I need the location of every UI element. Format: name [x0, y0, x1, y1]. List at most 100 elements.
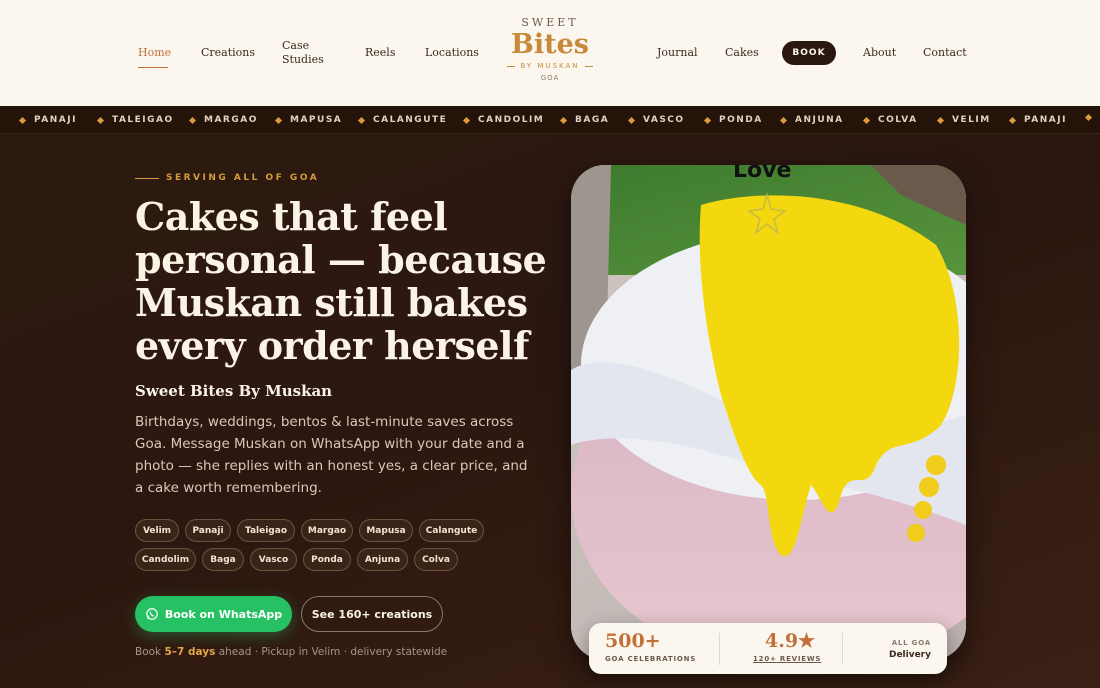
diamond-icon: [18, 116, 27, 124]
hero-description: Birthdays, weddings, bentos & last-minut…: [135, 414, 528, 496]
location-chip[interactable]: Baga: [202, 548, 244, 571]
location-chip[interactable]: Vasco: [250, 548, 297, 571]
ticker-item: [1084, 113, 1100, 122]
nav-reels[interactable]: Reels: [365, 46, 395, 60]
ticker-label: VASCO: [643, 115, 685, 125]
ticker-label: MAPUSA: [290, 115, 343, 125]
stat-celebrations-value: 500+: [605, 630, 661, 652]
ticker-item: COLVA: [862, 115, 918, 125]
logo-top-text: SWEET: [521, 16, 579, 29]
logo-sub: BY MUSKAN: [498, 62, 602, 70]
diamond-icon: [936, 116, 945, 124]
headline-line: personal — because: [135, 237, 547, 282]
site-header: Home Creations Case Studies Reels Locati…: [0, 0, 1100, 106]
nav-case-line1: Case: [282, 39, 310, 52]
nav-cakes[interactable]: Cakes: [725, 46, 759, 60]
nav-active-underline: [138, 67, 168, 68]
whatsapp-icon: [145, 608, 158, 620]
stat-rating-value: 4.9★: [765, 630, 816, 652]
diamond-icon: [627, 116, 636, 124]
ticker-label: BAGA: [575, 115, 610, 125]
ticker-item: VASCO: [627, 115, 685, 125]
ticker-label: CALANGUTE: [373, 115, 448, 125]
location-chip[interactable]: Mapusa: [359, 519, 413, 542]
book-whatsapp-button[interactable]: Book on WhatsApp: [135, 596, 292, 632]
location-chip[interactable]: Colva: [414, 548, 458, 571]
ticker-label: TALEIGAO: [112, 115, 174, 125]
booking-note: Book 5–7 days ahead · Pickup in Velim · …: [135, 646, 447, 658]
ticker-item: PANAJI: [1008, 115, 1067, 125]
ticker-item: PANAJI: [18, 115, 77, 125]
diamond-icon: [779, 116, 788, 124]
headline-line: Cakes that feel: [135, 194, 448, 239]
location-chip[interactable]: Ponda: [303, 548, 351, 571]
cake-photo: Love: [571, 165, 966, 660]
logo-main-text: Bites: [511, 29, 589, 60]
ticker-label: VELIM: [952, 115, 991, 125]
nav-home[interactable]: Home: [138, 46, 171, 60]
note-highlight: 5–7 days: [164, 646, 216, 658]
diamond-icon: [703, 116, 712, 124]
location-chip[interactable]: Candolim: [135, 548, 196, 571]
nav-case-studies[interactable]: Case Studies: [282, 39, 324, 67]
ticker-label: COLVA: [878, 115, 918, 125]
location-chip[interactable]: Taleigao: [237, 519, 295, 542]
ticker-item: PONDA: [703, 115, 763, 125]
stats-card: 500+ GOA CELEBRATIONS 4.9★ 120+ REVIEWS …: [589, 623, 947, 674]
diamond-icon: [559, 116, 568, 124]
book-button[interactable]: BOOK: [782, 41, 836, 65]
brand-logo[interactable]: SWEET Bites BY MUSKAN GOA: [498, 16, 602, 82]
stat-reviews-link[interactable]: 120+ REVIEWS: [753, 655, 821, 663]
diamond-icon: [188, 116, 197, 124]
hero-headline: Cakes that feel personal — because Muska…: [135, 195, 555, 367]
hero-eyebrow: SERVING ALL OF GOA: [135, 173, 319, 183]
location-chip[interactable]: Margao: [301, 519, 353, 542]
note-suffix: ahead · Pickup in Velim · delivery state…: [215, 646, 448, 658]
ticker-item: BAGA: [559, 115, 610, 125]
ticker-item: VELIM: [936, 115, 991, 125]
ticker-item: MAPUSA: [274, 115, 343, 125]
logo-dash-left: [507, 65, 516, 67]
stat-delivery-label: Delivery: [888, 650, 931, 660]
nav-case-line2: Studies: [282, 53, 324, 66]
diamond-icon: [274, 116, 283, 124]
stat-divider: [842, 633, 843, 665]
ticker-item: ANJUNA: [779, 115, 844, 125]
ticker-label: PANAJI: [1024, 115, 1067, 125]
whatsapp-button-label: Book on WhatsApp: [164, 607, 283, 621]
nav-contact[interactable]: Contact: [923, 46, 967, 60]
ticker-label: PANAJI: [34, 115, 77, 125]
diamond-icon: [462, 116, 471, 124]
see-creations-button[interactable]: See 160+ creations: [301, 596, 443, 632]
ticker-item: TALEIGAO: [96, 115, 174, 125]
nav-creations[interactable]: Creations: [201, 46, 255, 60]
diamond-icon: [1084, 113, 1093, 122]
headline-line: every order herself: [135, 323, 529, 368]
headline-line: Muskan still bakes: [135, 280, 528, 325]
location-ticker: PANAJI TALEIGAO MARGAO MAPUSA CALANGUTE …: [0, 106, 1100, 134]
ticker-label: MARGAO: [204, 115, 258, 125]
location-chip[interactable]: Velim: [135, 519, 179, 542]
hero-section: SERVING ALL OF GOA Cakes that feel perso…: [0, 135, 1100, 688]
stat-coverage-label: ALL GOA: [891, 639, 931, 647]
location-chip[interactable]: Calangute: [419, 519, 484, 542]
cake-topper-text: Love: [733, 165, 791, 183]
logo-region-text: GOA: [540, 74, 560, 82]
note-prefix: Book: [135, 646, 165, 658]
logo-dash-right: [584, 65, 593, 67]
ticker-label: ANJUNA: [795, 115, 844, 125]
diamond-icon: [1008, 116, 1017, 124]
diamond-icon: [862, 116, 871, 124]
ticker-item: MARGAO: [188, 115, 258, 125]
nav-journal[interactable]: Journal: [657, 46, 698, 60]
diamond-icon: [357, 116, 366, 124]
location-chip[interactable]: Panaji: [185, 519, 231, 542]
location-chip[interactable]: Anjuna: [357, 548, 408, 571]
ticker-label: CANDOLIM: [478, 115, 545, 125]
nav-locations[interactable]: Locations: [425, 46, 479, 60]
ticker-item: CALANGUTE: [357, 115, 448, 125]
stat-divider: [719, 633, 720, 665]
diamond-icon: [96, 116, 105, 124]
ticker-item: CANDOLIM: [462, 115, 545, 125]
nav-about[interactable]: About: [863, 46, 896, 60]
